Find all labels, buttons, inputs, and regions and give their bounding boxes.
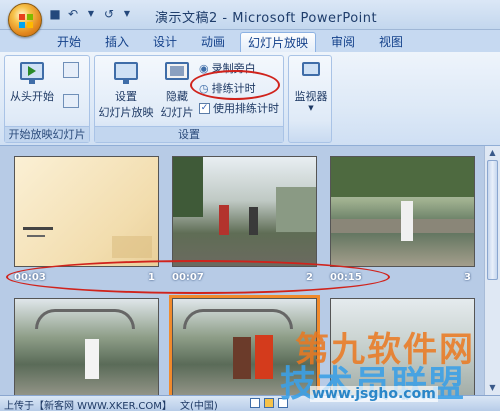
stopwatch-icon: ◷ (199, 81, 209, 95)
tab-design[interactable]: 设计 (148, 32, 182, 52)
undo-icon[interactable]: ↶ (66, 7, 80, 21)
status-left-text: 上传于【新客网 WWW.XKER.COM】 (4, 401, 172, 411)
redo-icon[interactable]: ↺ (102, 7, 116, 21)
slide-timing: 00:07 (172, 272, 204, 283)
setup-group-label: 设置 (95, 126, 283, 142)
monitors-group: 监视器 ▼ (288, 55, 332, 143)
monitor-icon (296, 60, 326, 86)
ribbon-tabs: 开始 插入 设计 动画 幻灯片放映 审阅 视图 (0, 30, 500, 52)
office-logo-icon (19, 14, 33, 28)
use-timings-label: 使用排练计时 (213, 102, 279, 115)
slide-thumbnail[interactable] (172, 156, 317, 267)
from-beginning-label: 从头开始 (10, 90, 54, 103)
setup-group: 设置 幻灯片放映 隐藏 幻灯片 ◉ 录制旁白 ◷ 排练计时 ✓ 使用排练计时 设… (94, 55, 284, 143)
setup-show-icon (111, 60, 141, 86)
dropdown-arrow-icon: ▼ (308, 104, 314, 112)
tab-review[interactable]: 审阅 (326, 32, 360, 52)
hide-slide-label-1: 隐藏 (166, 90, 188, 103)
start-slideshow-group: 从头开始 开始放映幻灯片 (4, 55, 90, 143)
from-beginning-button[interactable]: 从头开始 (9, 60, 55, 104)
language-indicator: 文(中国) (180, 401, 218, 411)
slide-thumbnail[interactable] (330, 156, 475, 267)
hide-slide-button[interactable]: 隐藏 幻灯片 (157, 60, 197, 120)
slide-timing: 00:03 (14, 272, 46, 283)
tab-animations[interactable]: 动画 (196, 32, 230, 52)
setup-slide-show-button[interactable]: 设置 幻灯片放映 (97, 60, 155, 120)
projector-screen-icon (17, 60, 47, 86)
microphone-icon: ◉ (199, 61, 209, 75)
office-button[interactable] (8, 3, 42, 37)
ribbon: 从头开始 开始放映幻灯片 设置 幻灯片放映 隐藏 幻灯片 ◉ 录制旁白 ◷ 排练… (0, 52, 500, 146)
monitor-button[interactable]: 监视器 ▼ (291, 60, 331, 112)
slide-timing: 00:15 (330, 272, 362, 283)
hide-slide-icon (162, 60, 192, 86)
monitor-label: 监视器 (294, 90, 328, 103)
scroll-thumb[interactable] (487, 160, 498, 280)
rehearse-timings-button[interactable]: ◷ 排练计时 (199, 80, 256, 96)
setup-show-label-1: 设置 (115, 90, 137, 103)
rehearse-timings-label: 排练计时 (211, 82, 256, 95)
vertical-scrollbar[interactable]: ▲ ▼ (484, 146, 500, 395)
use-timings-checkbox[interactable]: ✓ 使用排练计时 (199, 100, 279, 116)
slide-number: 2 (306, 272, 313, 283)
title-bar: ■ ↶ ▼ ↺ ▼ 演示文稿2 - Microsoft PowerPoint (0, 0, 500, 30)
customize-qat-icon[interactable]: ▼ (120, 7, 134, 21)
scroll-up-icon[interactable]: ▲ (487, 148, 498, 158)
normal-view-icon[interactable] (250, 398, 260, 408)
slide-number: 3 (464, 272, 471, 283)
start-group-label: 开始放映幻灯片 (5, 126, 89, 142)
save-icon[interactable]: ■ (48, 7, 62, 21)
from-current-slide-icon[interactable] (63, 62, 79, 78)
hide-slide-label-2: 幻灯片 (160, 106, 194, 119)
chevron-down-icon[interactable]: ▼ (84, 7, 98, 21)
record-narration-button[interactable]: ◉ 录制旁白 (199, 60, 256, 76)
slide-sorter-view-icon[interactable] (264, 398, 274, 408)
tab-insert[interactable]: 插入 (100, 32, 134, 52)
tab-home[interactable]: 开始 (52, 32, 86, 52)
custom-show-icon[interactable] (63, 94, 79, 108)
tab-slide-show[interactable]: 幻灯片放映 (240, 32, 316, 52)
watermark-url: www.jsgho.com (310, 386, 438, 402)
checkbox-checked-icon: ✓ (199, 102, 210, 114)
slide-thumbnail[interactable] (14, 156, 159, 267)
record-narration-label: 录制旁白 (211, 62, 256, 75)
setup-show-label-2: 幻灯片放映 (98, 106, 154, 119)
scroll-down-icon[interactable]: ▼ (487, 383, 498, 393)
quick-access-toolbar: ■ ↶ ▼ ↺ ▼ (48, 7, 134, 21)
tab-view[interactable]: 视图 (374, 32, 408, 52)
slide-thumbnail[interactable] (14, 298, 159, 395)
slide-number: 1 (148, 272, 155, 283)
window-title: 演示文稿2 - Microsoft PowerPoint (155, 11, 378, 26)
